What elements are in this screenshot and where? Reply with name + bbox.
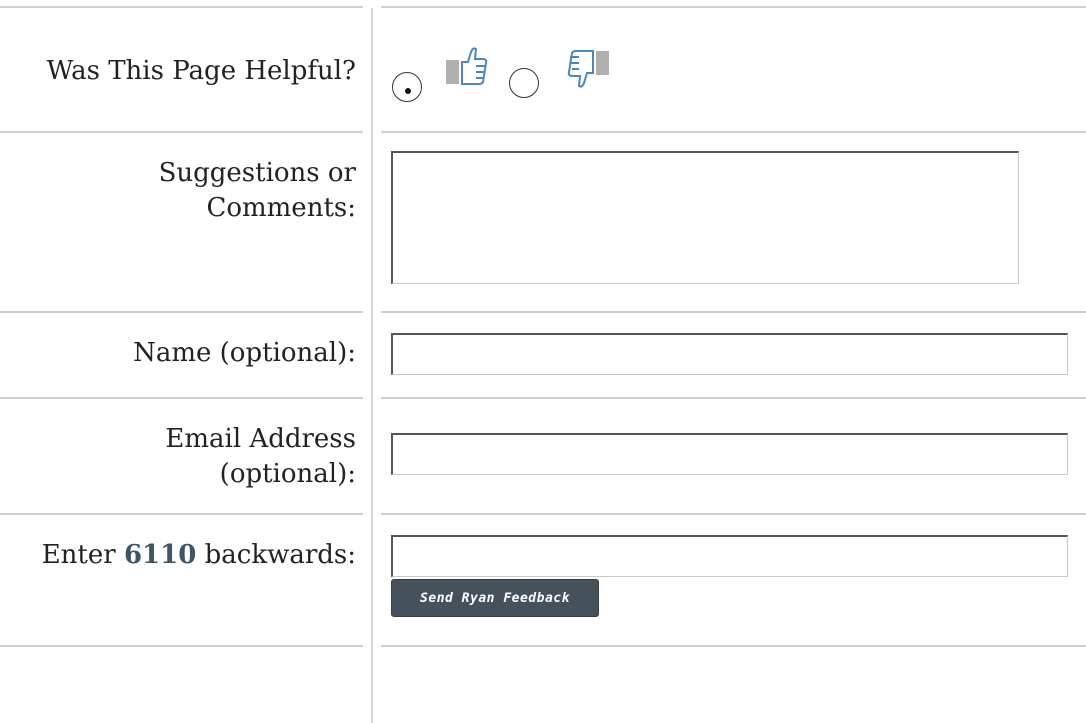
email-input[interactable]	[391, 433, 1068, 475]
helpful-label: Was This Page Helpful?	[46, 56, 356, 86]
captcha-label-prefix: Enter	[41, 540, 124, 570]
column-divider	[371, 8, 373, 723]
comments-textarea[interactable]	[391, 151, 1019, 284]
row-divider	[0, 131, 363, 133]
helpful-no-radio[interactable]	[509, 68, 539, 98]
row-divider	[0, 6, 363, 8]
row-divider	[0, 311, 363, 313]
thumbs-up-icon[interactable]	[446, 46, 492, 88]
radio-selected-dot	[405, 88, 411, 94]
captcha-number: 6110	[123, 540, 197, 570]
row-divider	[0, 397, 363, 399]
row-divider	[0, 645, 363, 647]
captcha-label: Enter 6110 backwards:	[42, 538, 356, 573]
name-label: Name (optional):	[133, 338, 356, 368]
email-label-line2: (optional):	[219, 459, 356, 489]
send-feedback-button[interactable]: Send Ryan Feedback	[391, 579, 599, 617]
comments-label-line2: Comments:	[206, 193, 356, 223]
captcha-label-suffix: backwards:	[196, 540, 356, 570]
captcha-input[interactable]	[391, 535, 1068, 577]
row-divider	[0, 513, 363, 515]
email-label-line1: Email Address	[165, 424, 356, 454]
helpful-yes-radio[interactable]	[392, 72, 422, 102]
row-divider	[381, 645, 1086, 647]
row-divider	[381, 131, 1086, 133]
thumbs-down-icon[interactable]	[563, 48, 609, 90]
row-divider	[381, 513, 1086, 515]
comments-label: Suggestions or Comments:	[159, 156, 356, 226]
row-divider	[381, 6, 1086, 8]
row-divider	[381, 311, 1086, 313]
comments-label-line1: Suggestions or	[158, 158, 356, 188]
row-divider	[381, 397, 1086, 399]
email-label: Email Address (optional):	[165, 422, 356, 492]
name-input[interactable]	[391, 333, 1068, 375]
